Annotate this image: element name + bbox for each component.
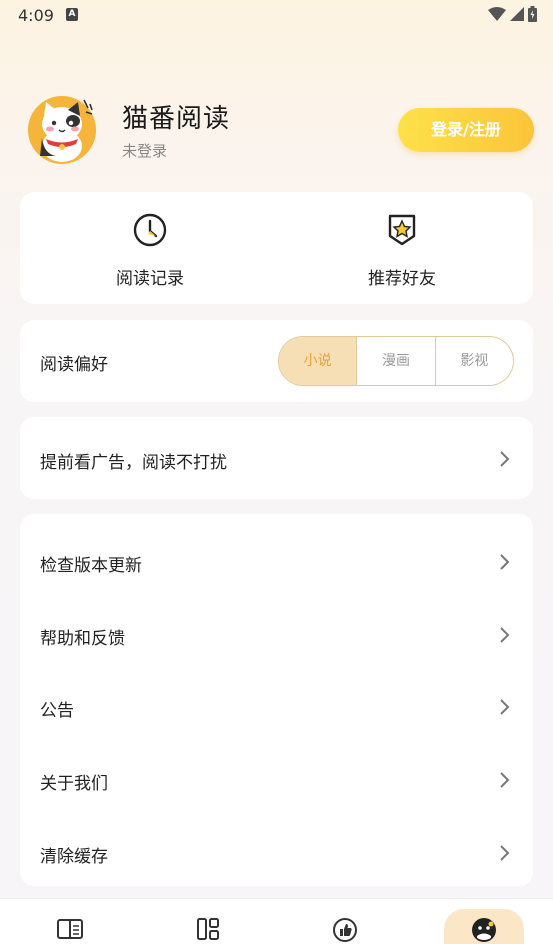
preference-option-video[interactable]: 影视 [434,337,513,385]
recommend-friends-label: 推荐好友 [368,269,436,289]
reading-history-button[interactable]: 阅读记录 [70,212,230,289]
category-icon [197,918,219,940]
login-register-button[interactable]: 登录/注册 [398,108,534,152]
app-name: 猫番阅读 [122,104,231,134]
preference-option-novel[interactable]: 小说 [279,337,357,385]
chevron-right-icon [500,627,510,643]
notification-icon: A [66,8,78,21]
wifi-icon [488,7,506,21]
quick-actions-card: 阅读记录 推荐好友 [20,192,533,304]
reading-preference-label: 阅读偏好 [40,355,108,375]
reading-preference-card: 阅读偏好 小说 漫画 影视 [20,320,533,402]
menu-item-label: 检查版本更新 [40,556,142,576]
menu-item-announcement[interactable]: 公告 [20,665,533,737]
reading-history-label: 阅读记录 [116,269,184,289]
chevron-right-icon [500,772,510,788]
profile-icon [472,918,496,942]
like-icon [333,918,357,942]
status-bar: 4:09 A [0,0,553,32]
login-status: 未登录 [122,142,168,160]
menu-item-check-update[interactable]: 检查版本更新 [20,520,533,592]
settings-menu-card: 检查版本更新 帮助和反馈 公告 关于我们 清除缓存 [20,514,533,886]
menu-item-label: 关于我们 [40,774,108,794]
clock-icon [133,213,167,247]
watch-ad-label: 提前看广告，阅读不打扰 [40,453,227,473]
watch-ad-row[interactable]: 提前看广告，阅读不打扰 [20,417,533,499]
menu-item-clear-cache[interactable]: 清除缓存 [20,811,533,883]
chevron-right-icon [500,699,510,715]
preference-option-comic[interactable]: 漫画 [356,337,434,385]
battery-icon [528,6,537,22]
bottom-tab-bar [0,898,553,944]
chevron-right-icon [500,554,510,570]
book-icon [57,919,83,939]
status-time: 4:09 [18,6,54,25]
tab-category[interactable] [168,907,248,944]
recommend-friends-button[interactable]: 推荐好友 [322,212,482,289]
tab-profile[interactable] [444,909,524,944]
chevron-right-icon [500,845,510,861]
preference-segmented-control: 小说 漫画 影视 [278,336,514,386]
star-badge-icon [388,214,416,246]
menu-item-label: 公告 [40,701,74,721]
avatar[interactable] [26,94,98,166]
menu-item-label: 清除缓存 [40,847,108,867]
menu-item-label: 帮助和反馈 [40,629,125,649]
profile-header: 猫番阅读 未登录 登录/注册 [26,92,536,164]
tab-bookshelf[interactable] [30,907,110,944]
menu-item-help-feedback[interactable]: 帮助和反馈 [20,593,533,665]
chevron-right-icon [500,451,510,467]
menu-item-about-us[interactable]: 关于我们 [20,738,533,810]
status-icons [488,6,537,22]
signal-icon [510,7,524,21]
tab-recommend[interactable] [305,907,385,944]
